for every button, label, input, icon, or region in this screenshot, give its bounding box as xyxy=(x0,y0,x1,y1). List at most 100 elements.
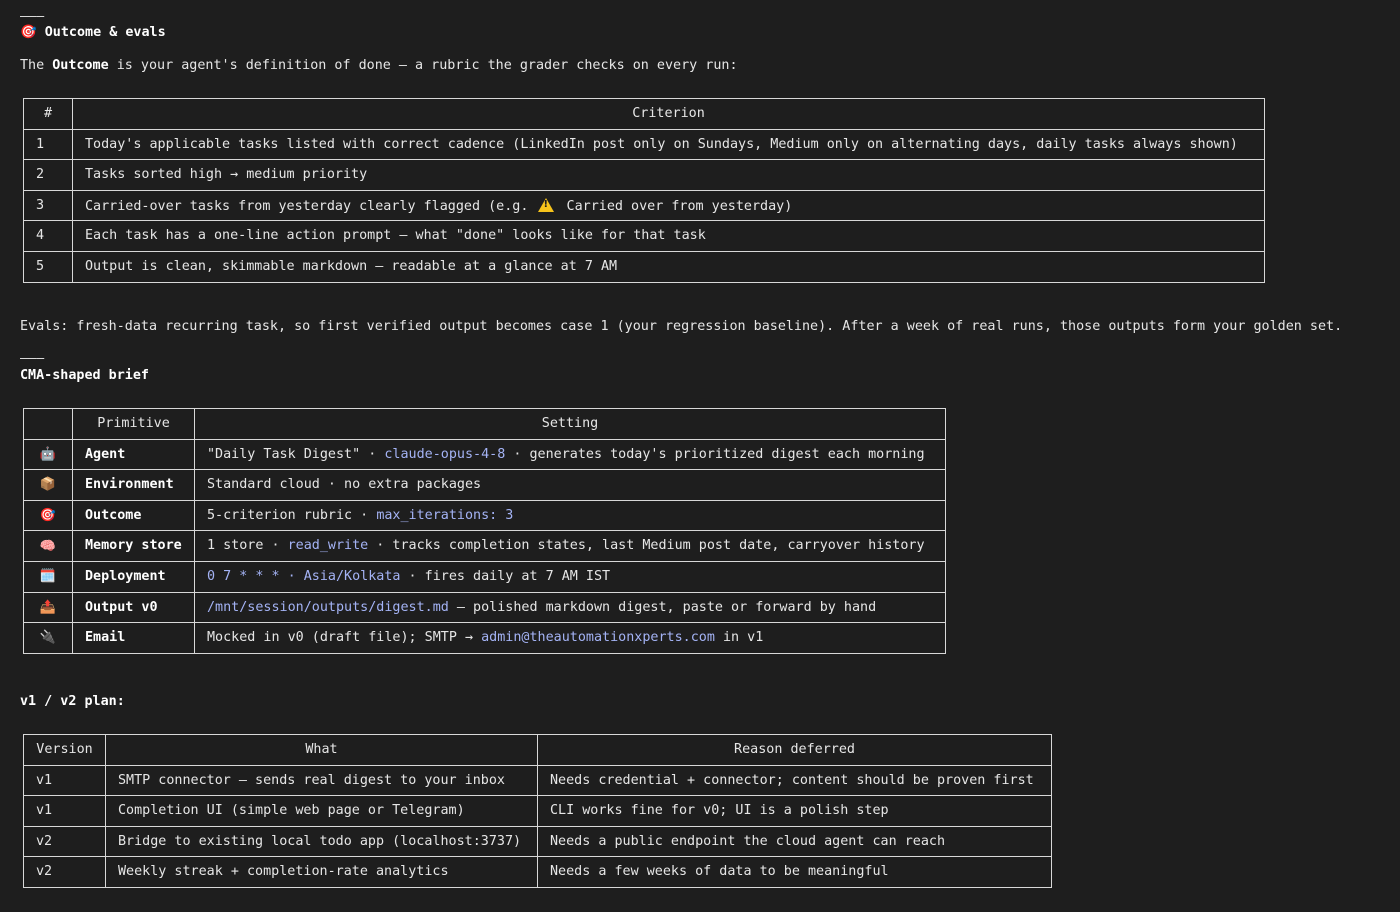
table-row: v1 SMTP connector — sends real digest to… xyxy=(23,764,1052,797)
plan-reason: CLI works fine for v0; UI is a polish st… xyxy=(537,795,1052,827)
table-header-row: # Criterion xyxy=(23,98,1265,130)
primitive-setting: Mocked in v0 (draft file); SMTP → admin@… xyxy=(194,622,946,654)
primitive-name: Environment xyxy=(72,469,195,501)
setting-text: · tracks completion states, last Medium … xyxy=(368,538,925,554)
setting-text: · fires daily at 7 AM IST xyxy=(400,569,611,585)
intro-post: is your agent's definition of done — a r… xyxy=(108,58,738,73)
horizontal-rule: ——— xyxy=(20,9,45,24)
primitive-setting: 1 store · read_write · tracks completion… xyxy=(194,530,946,562)
plan-version: v2 xyxy=(23,825,106,858)
email-link[interactable]: admin@theautomationxperts.com xyxy=(481,630,715,645)
criterion-number: 4 xyxy=(23,220,73,252)
plan-what: Bridge to existing local todo app (local… xyxy=(105,825,538,858)
plan-version: v1 xyxy=(23,795,106,827)
table-row: v2 Bridge to existing local todo app (lo… xyxy=(23,825,1052,858)
table-row: 2 Tasks sorted high → medium priority xyxy=(23,159,1265,191)
criterion-text: Today's applicable tasks listed with cor… xyxy=(72,128,1265,161)
primitive-name: Deployment xyxy=(72,560,195,593)
table-row: 🎯 Outcome 5-criterion rubric · max_itera… xyxy=(23,499,946,532)
plan-heading: v1 / v2 plan: xyxy=(20,694,125,709)
criteria-table: # Criterion 1 Today's applicable tasks l… xyxy=(23,98,1265,283)
plan-what: Weekly streak + completion-rate analytic… xyxy=(105,856,538,888)
primitive-name: Output v0 xyxy=(72,591,195,624)
package-icon: 📦 xyxy=(23,469,73,501)
brain-icon: 🧠 xyxy=(23,530,73,562)
robot-icon: 🤖 xyxy=(23,438,73,471)
criterion-text-post: Carried over from yesterday) xyxy=(566,198,793,214)
target-icon: 🎯 xyxy=(23,499,73,532)
criterion-text-pre: Carried-over tasks from yesterday clearl… xyxy=(85,198,529,214)
calendar-icon: 🗓️ xyxy=(23,560,73,593)
evals-text: Evals: fresh-data recurring task, so fir… xyxy=(20,319,1343,334)
plan-what: Completion UI (simple web page or Telegr… xyxy=(105,795,538,827)
table-row: v2 Weekly streak + completion-rate analy… xyxy=(23,856,1052,888)
criterion-number: 5 xyxy=(23,250,73,283)
setting-text: 5-criterion rubric · xyxy=(207,507,377,523)
setting-code: read_write xyxy=(287,538,369,554)
column-header: Setting xyxy=(194,408,946,440)
setting-text: — polished markdown digest, paste or for… xyxy=(448,599,877,615)
setting-code: claude-opus-4-8 xyxy=(384,446,506,462)
criterion-number: 2 xyxy=(23,159,73,191)
setting-text: 1 store · xyxy=(207,538,288,554)
table-row: 4 Each task has a one-line action prompt… xyxy=(23,220,1265,252)
column-header: Version xyxy=(23,734,106,766)
setting-text: "Daily Task Digest" · xyxy=(207,446,385,462)
table-header-row: Version What Reason deferred xyxy=(23,734,1052,766)
primitive-setting: Standard cloud · no extra packages xyxy=(194,469,946,501)
column-header: Reason deferred xyxy=(537,734,1052,766)
primitive-setting: /mnt/session/outputs/digest.md — polishe… xyxy=(194,591,946,624)
primitive-setting: 5-criterion rubric · max_iterations: 3 xyxy=(194,499,946,532)
plan-reason: Needs credential + connector; content sh… xyxy=(537,764,1052,797)
table-header-row: Primitive Setting xyxy=(23,408,946,440)
plug-icon: 🔌 xyxy=(23,622,73,654)
column-header: Criterion xyxy=(72,98,1265,130)
setting-text: Mocked in v0 (draft file); SMTP → xyxy=(207,630,482,646)
table-row: 📤 Output v0 /mnt/session/outputs/digest.… xyxy=(23,591,946,624)
column-header: What xyxy=(105,734,538,766)
plan-reason: Needs a public endpoint the cloud agent … xyxy=(537,825,1052,858)
setting-code: 0 7 * * * · Asia/Kolkata xyxy=(207,569,401,585)
criterion-number: 1 xyxy=(23,128,73,161)
primitive-setting: 0 7 * * * · Asia/Kolkata · fires daily a… xyxy=(194,560,946,593)
table-row: 1 Today's applicable tasks listed with c… xyxy=(23,128,1265,161)
table-row: 🔌 Email Mocked in v0 (draft file); SMTP … xyxy=(23,622,946,654)
brief-heading: CMA-shaped brief xyxy=(20,368,149,383)
intro-bold: Outcome xyxy=(52,58,109,73)
primitive-name: Email xyxy=(72,622,195,654)
primitive-name: Memory store xyxy=(72,530,195,562)
outcome-heading-text: Outcome & evals xyxy=(44,25,166,40)
criterion-text: Carried-over tasks from yesterday clearl… xyxy=(72,189,1265,222)
setting-code: /mnt/session/outputs/digest.md xyxy=(207,599,449,615)
setting-text: Standard cloud · no extra packages xyxy=(207,477,482,493)
table-row: 🧠 Memory store 1 store · read_write · tr… xyxy=(23,530,946,562)
column-header xyxy=(23,408,73,440)
primitive-name: Agent xyxy=(72,438,195,471)
outcome-intro: The Outcome is your agent's definition o… xyxy=(20,59,738,72)
table-row: 🤖 Agent "Daily Task Digest" · claude-opu… xyxy=(23,438,946,471)
table-row: v1 Completion UI (simple web page or Tel… xyxy=(23,795,1052,827)
primitive-setting: "Daily Task Digest" · claude-opus-4-8 · … xyxy=(194,438,946,471)
setting-text: in v1 xyxy=(714,630,764,646)
table-row: 📦 Environment Standard cloud · no extra … xyxy=(23,469,946,501)
plan-what: SMTP connector — sends real digest to yo… xyxy=(105,764,538,797)
primitive-name: Outcome xyxy=(72,499,195,532)
brief-table: Primitive Setting 🤖 Agent "Daily Task Di… xyxy=(23,408,946,654)
setting-code: max_iterations: 3 xyxy=(376,507,514,523)
column-header: # xyxy=(23,98,73,130)
setting-text: · generates today's prioritized digest e… xyxy=(505,446,925,462)
criterion-number: 3 xyxy=(23,189,73,222)
target-icon: 🎯 xyxy=(20,25,37,40)
table-row: 5 Output is clean, skimmable markdown — … xyxy=(23,250,1265,283)
outbox-icon: 📤 xyxy=(23,591,73,624)
table-row: 3 Carried-over tasks from yesterday clea… xyxy=(23,189,1265,222)
horizontal-rule: ——— xyxy=(20,351,45,366)
plan-version: v1 xyxy=(23,764,106,797)
criterion-text: Each task has a one-line action prompt —… xyxy=(72,220,1265,252)
plan-reason: Needs a few weeks of data to be meaningf… xyxy=(537,856,1052,888)
criterion-text: Output is clean, skimmable markdown — re… xyxy=(72,250,1265,283)
column-header: Primitive xyxy=(72,408,195,440)
warning-icon xyxy=(538,197,555,212)
plan-version: v2 xyxy=(23,856,106,888)
plan-table: Version What Reason deferred v1 SMTP con… xyxy=(23,734,1052,888)
